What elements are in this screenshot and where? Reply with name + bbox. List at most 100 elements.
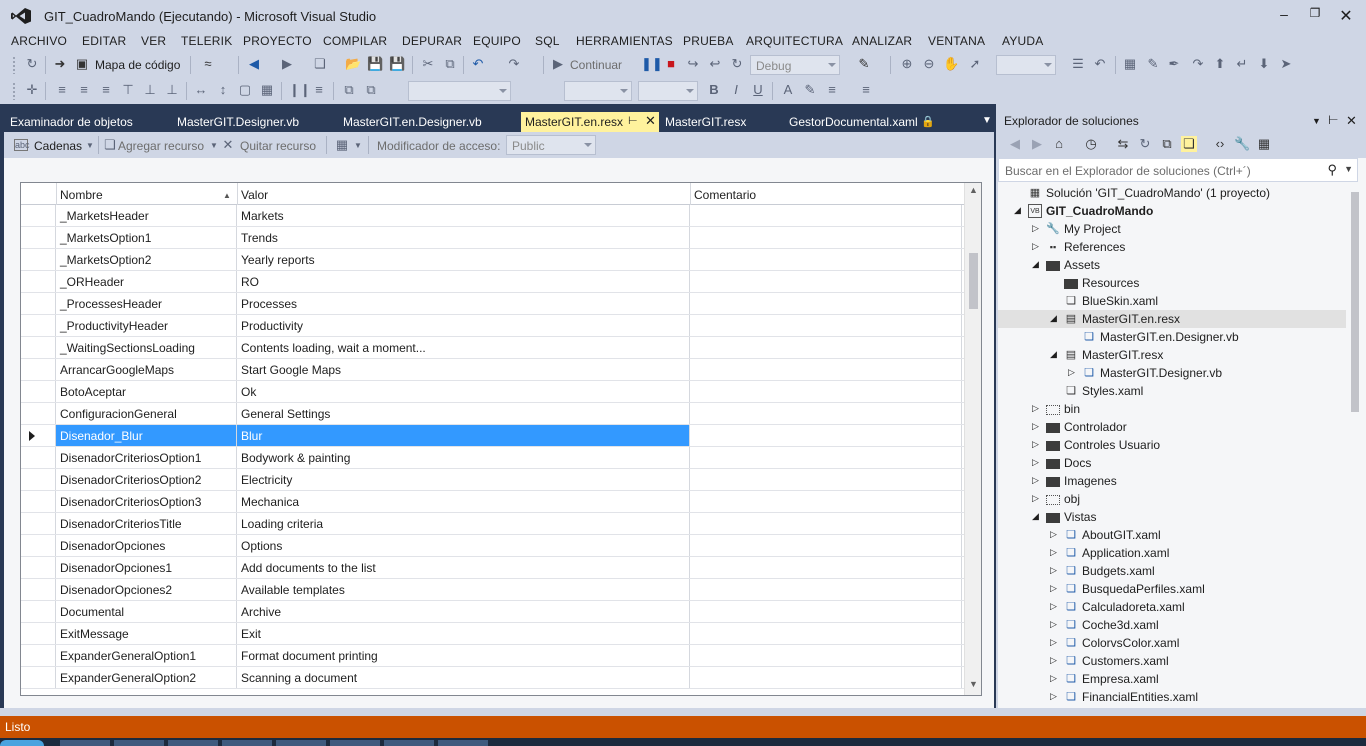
expanded-arrow-icon[interactable]: ◢ xyxy=(1032,259,1039,270)
taskbar-item[interactable] xyxy=(168,740,218,746)
same-height-icon[interactable]: ↕ xyxy=(215,82,231,98)
cell-name[interactable]: _ProductivityHeader xyxy=(56,315,237,336)
collapsed-arrow-icon[interactable]: ▷ xyxy=(1050,583,1057,594)
tab-gestordocumental-xaml[interactable]: GestorDocumental.xaml xyxy=(789,112,918,132)
row-header[interactable] xyxy=(21,315,56,336)
italic-icon[interactable]: I xyxy=(728,82,744,98)
cell-name[interactable]: BotoAceptar xyxy=(56,381,237,402)
tree-item[interactable]: ▷ ❏ Calculadoreta.xaml xyxy=(998,598,1346,616)
menu-proyecto[interactable]: PROYECTO xyxy=(243,34,312,48)
zoom-out-icon[interactable]: ⊖ xyxy=(921,56,937,72)
add-resource-button[interactable]: Agregar recurso xyxy=(118,139,204,153)
collapsed-arrow-icon[interactable]: ▷ xyxy=(1050,637,1057,648)
cell-value[interactable]: Yearly reports xyxy=(237,249,690,270)
solution-search-input[interactable]: Buscar en el Explorador de soluciones (C… xyxy=(998,158,1358,182)
tree-item[interactable]: ▷ ❏ Application.xaml xyxy=(998,544,1346,562)
align-left-icon[interactable]: ≡ xyxy=(54,82,70,98)
cell-name[interactable]: Disenador_Blur xyxy=(56,425,237,446)
code-map-button[interactable]: Mapa de código xyxy=(95,58,180,72)
tab-dropdown-icon[interactable]: ▼ xyxy=(982,115,992,126)
row-header[interactable] xyxy=(21,579,56,600)
vertical-spacing-icon[interactable]: ≡ xyxy=(311,82,327,98)
tree-item[interactable]: ▷ ▪▪ References xyxy=(998,238,1346,256)
collapsed-arrow-icon[interactable]: ▷ xyxy=(1032,403,1039,414)
column-header-comment[interactable]: Comentario xyxy=(694,188,756,202)
collapsed-arrow-icon[interactable]: ▷ xyxy=(1068,367,1075,378)
continue-button[interactable]: Continuar xyxy=(570,58,622,72)
collapsed-arrow-icon[interactable]: ▷ xyxy=(1032,439,1039,450)
cell-name[interactable]: DisenadorOpciones xyxy=(56,535,237,556)
brush-icon[interactable]: ✒ xyxy=(1166,56,1182,72)
table-row[interactable]: DisenadorOpciones Options xyxy=(21,535,965,557)
taskbar-item[interactable] xyxy=(276,740,326,746)
tree-item[interactable]: ▷ Controlador xyxy=(998,418,1346,436)
font-family-select[interactable] xyxy=(408,81,511,101)
cell-comment[interactable] xyxy=(690,645,962,666)
justify-icon[interactable]: ≡ xyxy=(824,82,840,98)
toolbar-grip[interactable] xyxy=(12,82,16,100)
remove-resource-button[interactable]: Quitar recurso xyxy=(240,139,316,153)
scroll-down-icon[interactable]: ▼ xyxy=(969,679,978,689)
menu-herramientas[interactable]: HERRAMIENTAS xyxy=(576,34,673,48)
table-row[interactable]: _ProcessesHeader Processes xyxy=(21,293,965,315)
table-row[interactable]: Disenador_Blur Blur xyxy=(21,425,965,447)
compare-icon[interactable]: ≈ xyxy=(200,56,216,72)
move-right-icon[interactable]: ↷ xyxy=(1190,56,1206,72)
cell-comment[interactable] xyxy=(690,249,962,270)
expanded-arrow-icon[interactable]: ◢ xyxy=(1032,511,1039,522)
taskbar-item[interactable] xyxy=(222,740,272,746)
tree-item[interactable]: ▷ Controles Usuario xyxy=(998,436,1346,454)
tree-item[interactable]: ▷ ❏ BusquedaPerfiles.xaml xyxy=(998,580,1346,598)
snap-icon[interactable]: ✛ xyxy=(24,82,40,98)
cell-value[interactable]: Loading criteria xyxy=(237,513,690,534)
pin-icon[interactable]: ⊢ xyxy=(628,114,638,127)
cell-name[interactable]: ExpanderGeneralOption1 xyxy=(56,645,237,666)
collapsed-arrow-icon[interactable]: ▷ xyxy=(1032,493,1039,504)
tree-item[interactable]: ◢ ▤ MasterGIT.resx xyxy=(998,346,1346,364)
table-row[interactable]: _WaitingSectionsLoading Contents loading,… xyxy=(21,337,965,359)
taskbar-item[interactable] xyxy=(330,740,380,746)
cell-name[interactable]: _MarketsHeader xyxy=(56,205,237,226)
cell-value[interactable]: Markets xyxy=(237,205,690,226)
tab-mastergit-en-resx[interactable]: MasterGIT.en.resx ⊢ ✕ xyxy=(521,112,659,132)
table-row[interactable]: ArrancarGoogleMaps Start Google Maps xyxy=(21,359,965,381)
collapsed-arrow-icon[interactable]: ▷ xyxy=(1050,529,1057,540)
same-width-icon[interactable]: ↔ xyxy=(193,82,209,98)
collapsed-arrow-icon[interactable]: ▷ xyxy=(1050,565,1057,576)
undo-icon[interactable]: ↶ xyxy=(470,56,486,72)
table-row[interactable]: _MarketsHeader Markets xyxy=(21,205,965,227)
scroll-thumb[interactable] xyxy=(1351,192,1359,412)
open-file-icon[interactable]: 📂 xyxy=(345,56,361,72)
row-header[interactable] xyxy=(21,337,56,358)
restart-icon[interactable]: ↻ xyxy=(729,56,745,72)
tree-item[interactable]: ◢ ▤ MasterGIT.en.resx xyxy=(998,310,1346,328)
chevron-down-icon[interactable]: ▼ xyxy=(1344,164,1353,174)
new-project-icon[interactable]: ❏ xyxy=(312,56,328,72)
row-header[interactable] xyxy=(21,601,56,622)
taskbar-item[interactable] xyxy=(384,740,434,746)
save-icon[interactable]: 💾 xyxy=(367,56,383,72)
tree-item[interactable]: ▷ ❏ FinancialEntities.xaml xyxy=(998,688,1346,706)
cell-value[interactable]: Exit xyxy=(237,623,690,644)
align-top-icon[interactable]: ⊤ xyxy=(120,82,136,98)
minimize-button[interactable]: – xyxy=(1274,6,1294,24)
cell-name[interactable]: _ProcessesHeader xyxy=(56,293,237,314)
tree-item[interactable]: ▷ ❏ Customers.xaml xyxy=(998,652,1346,670)
tree-item[interactable]: ▷ ❏ ColorvsColor.xaml xyxy=(998,634,1346,652)
menu-ventana[interactable]: VENTANA xyxy=(928,34,985,48)
tree-item[interactable]: ▷ ❏ Coche3d.xaml xyxy=(998,616,1346,634)
cell-comment[interactable] xyxy=(690,359,962,380)
close-icon[interactable]: ✕ xyxy=(1346,113,1357,129)
row-header[interactable] xyxy=(21,623,56,644)
cell-comment[interactable] xyxy=(690,381,962,402)
start-button[interactable] xyxy=(0,740,44,746)
menu-archivo[interactable]: ARCHIVO xyxy=(11,34,67,48)
cell-value[interactable]: Archive xyxy=(237,601,690,622)
forward-icon[interactable]: ➤ xyxy=(1278,56,1294,72)
cell-value[interactable]: Format document printing xyxy=(237,645,690,666)
table-row[interactable]: Documental Archive xyxy=(21,601,965,623)
tree-item[interactable]: ▷ Docs xyxy=(998,454,1346,472)
collapsed-arrow-icon[interactable]: ▷ xyxy=(1032,457,1039,468)
column-divider[interactable] xyxy=(56,183,57,205)
underline-icon[interactable]: U xyxy=(750,82,766,98)
